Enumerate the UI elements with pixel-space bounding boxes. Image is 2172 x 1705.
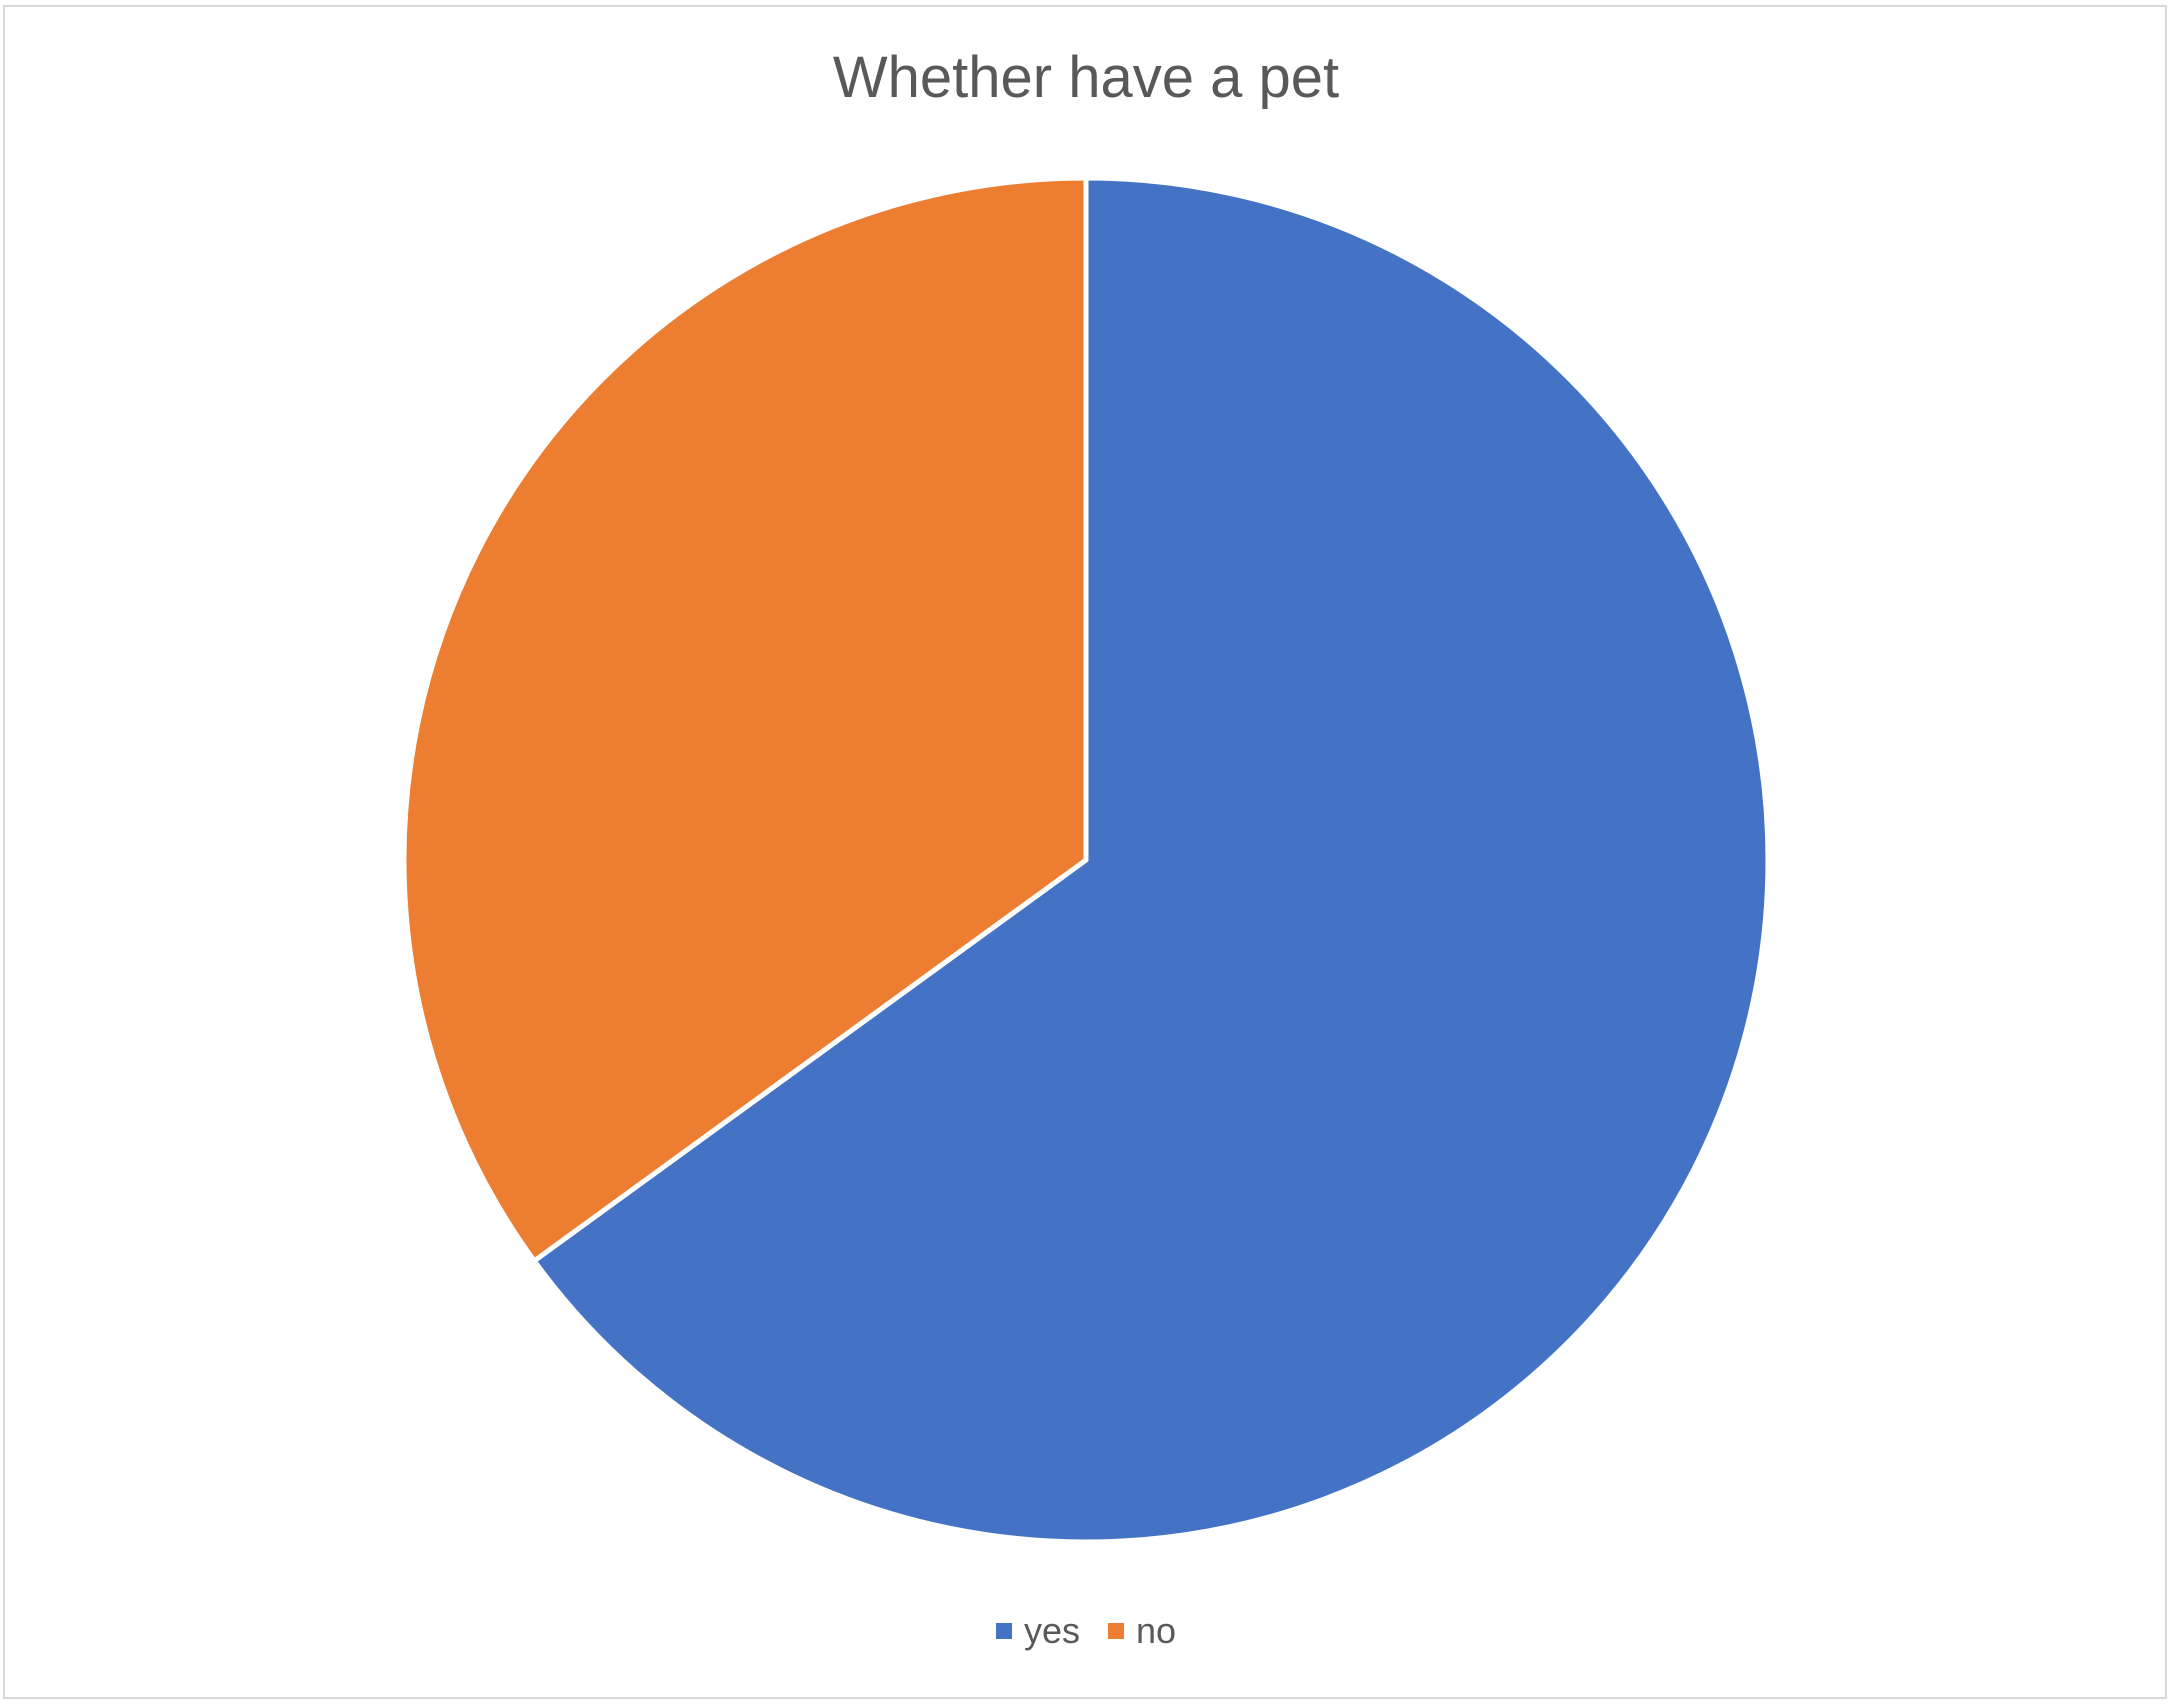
- legend: yes no: [0, 1610, 2172, 1652]
- legend-label-no: no: [1135, 1610, 1177, 1651]
- legend-swatch-no: [1107, 1623, 1124, 1639]
- legend-swatch-yes: [995, 1623, 1012, 1639]
- pie-chart: [401, 175, 1771, 1545]
- legend-entry-yes[interactable]: yes: [995, 1610, 1080, 1652]
- pie-slices: [401, 175, 1771, 1545]
- legend-entry-no[interactable]: no: [1107, 1610, 1177, 1652]
- legend-label-yes: yes: [1023, 1610, 1080, 1651]
